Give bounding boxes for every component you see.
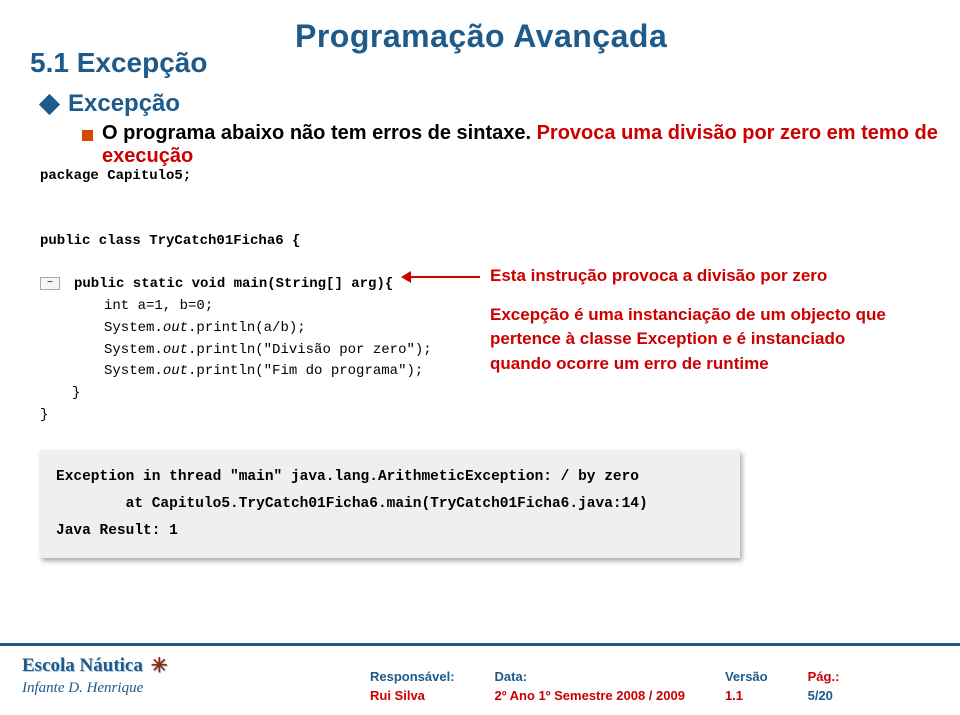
code-line-1: package Capitulo5; xyxy=(40,168,191,184)
code-line-7: int a=1, b=0; xyxy=(104,298,213,314)
diamond-bullet-icon xyxy=(39,94,60,115)
code-line-9: System.out.println("Divisão por zero"); xyxy=(104,342,432,358)
footer: Escola Náutica ✳ Infante D. Henrique Res… xyxy=(0,643,960,715)
footer-col-versao: Versão 1.1 xyxy=(725,669,768,703)
resp-value: Rui Silva xyxy=(370,688,455,703)
square-bullet-icon xyxy=(82,130,93,141)
school-name: Escola Náutica xyxy=(22,655,143,677)
school-logo: Escola Náutica ✳ Infante D. Henrique xyxy=(22,653,168,697)
section-title: 5.1 Excepção xyxy=(30,47,207,79)
footer-col-page: Pág.: 5/20 xyxy=(808,669,840,703)
console-l1: Exception in thread "main" java.lang.Ari… xyxy=(56,469,639,485)
code-line-10: System.out.println("Fim do programa"); xyxy=(104,363,423,379)
ship-wheel-icon: ✳ xyxy=(151,653,168,678)
annotation-line1: Esta instrução provoca a divisão por zer… xyxy=(490,264,910,289)
footer-divider xyxy=(0,643,960,646)
body-part1: O programa abaixo não tem erros de sinta… xyxy=(102,122,537,144)
sub-title: Excepção xyxy=(68,90,180,118)
footer-col-responsavel: Responsável: Rui Silva xyxy=(370,669,455,703)
console-l3: Java Result: 1 xyxy=(56,523,178,539)
school-subtitle: Infante D. Henrique xyxy=(22,680,168,697)
code-line-4: public class TryCatch01Ficha6 { xyxy=(40,233,300,249)
pag-value: 5/20 xyxy=(808,688,840,703)
code-snippet: package Capitulo5; public class TryCatch… xyxy=(40,166,520,426)
arrow-left-icon xyxy=(410,276,480,278)
resp-label: Responsável: xyxy=(370,669,455,684)
code-line-11: } xyxy=(72,385,80,401)
versao-value: 1.1 xyxy=(725,688,768,703)
code-line-8: System.out.println(a/b); xyxy=(104,320,306,336)
body-text: O programa abaixo não tem erros de sinta… xyxy=(102,122,960,168)
data-value: 2º Ano 1º Semestre 2008 / 2009 xyxy=(495,688,685,703)
fold-gutter-icon[interactable]: − xyxy=(40,277,60,290)
data-label: Data: xyxy=(495,669,685,684)
console-output: Exception in thread "main" java.lang.Ari… xyxy=(40,450,740,558)
code-line-12: } xyxy=(40,407,48,423)
annotation: Esta instrução provoca a divisão por zer… xyxy=(490,264,910,377)
versao-label: Versão xyxy=(725,669,768,684)
annotation-line2: Excepção é uma instanciação de um object… xyxy=(490,303,910,377)
console-l2: at Capitulo5.TryCatch01Ficha6.main(TryCa… xyxy=(56,496,648,512)
footer-col-data: Data: 2º Ano 1º Semestre 2008 / 2009 xyxy=(495,669,685,703)
pag-label: Pág.: xyxy=(808,669,840,684)
code-line-6: public static void main(String[] arg){ xyxy=(66,276,393,292)
main-title: Programação Avançada xyxy=(295,18,960,55)
